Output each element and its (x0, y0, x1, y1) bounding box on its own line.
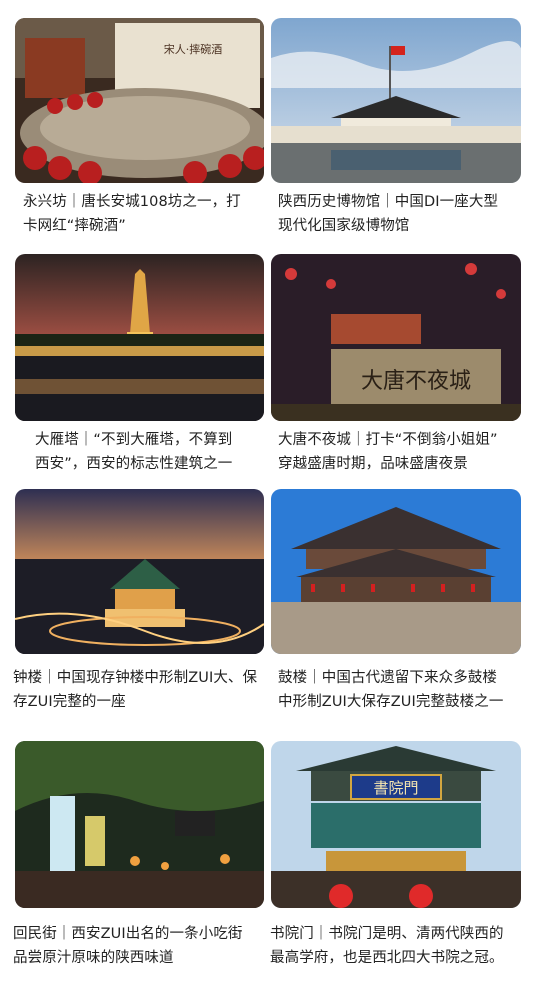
caption-line: 大雁塔｜“不到大雁塔，不算到 (35, 432, 233, 448)
caption-line: 最高学府，也是西北四大书院之冠。 (270, 950, 504, 966)
caption-line: 永兴坊｜唐长安城108坊之一，打 (23, 194, 241, 210)
caption-line: 中形制ZUI大保存ZUI完整鼓楼之一 (278, 694, 504, 710)
caption-line: 回民街｜西安ZUI出名的一条小吃街 (13, 926, 243, 942)
archway-photo[interactable]: 書院門 (271, 741, 521, 908)
museum-photo[interactable] (271, 18, 521, 183)
shuyuanmen-plaque-text: 書院門 (373, 779, 418, 797)
street-photo[interactable] (15, 741, 264, 908)
caption-line: 存ZUI完整的一座 (13, 694, 126, 710)
stone-inscription-photo[interactable]: 大唐不夜城 (271, 254, 521, 421)
caption-line: 钟楼｜中国现存钟楼中形制ZUI大、保 (13, 670, 258, 686)
caption-line: 穿越盛唐时期，品味盛唐夜景 (278, 456, 468, 472)
caption-line: 卡网红“摔碗酒” (23, 218, 126, 234)
caption-line: 鼓楼｜中国古代遗留下来众多鼓楼 (278, 670, 497, 686)
caption-huimin-street: 回民街｜西安ZUI出名的一条小吃街 品尝原汁原味的陕西味道 (13, 922, 243, 970)
caption-museum: 陕西历史博物馆｜中国DI一座大型 现代化国家级博物馆 (278, 190, 498, 238)
bell-tower-photo[interactable] (15, 489, 264, 654)
caption-bell-tower: 钟楼｜中国现存钟楼中形制ZUI大、保 存ZUI完整的一座 (13, 666, 257, 714)
datang-inscription-text: 大唐不夜城 (361, 369, 471, 394)
caption-line: 大唐不夜城｜打卡“不倒翁小姐姐” (278, 432, 498, 448)
yongxingfang-photo[interactable]: 宋人·摔碗酒 (15, 18, 264, 183)
pagoda-photo[interactable] (15, 254, 264, 421)
caption-yongxingfang: 永兴坊｜唐长安城108坊之一，打 卡网红“摔碗酒” (23, 190, 241, 238)
caption-datang: 大唐不夜城｜打卡“不倒翁小姐姐” 穿越盛唐时期，品味盛唐夜景 (278, 428, 498, 476)
caption-shuyuanmen: 书院门｜书院门是明、清两代陕西的 最高学府，也是西北四大书院之冠。 (270, 922, 504, 970)
caption-line: 品尝原汁原味的陕西味道 (13, 950, 174, 966)
caption-line: 西安”，西安的标志性建筑之一 (35, 456, 233, 472)
yongxing-sign-text: 宋人·摔碗酒 (164, 42, 223, 56)
caption-line: 陕西历史博物馆｜中国DI一座大型 (278, 194, 499, 210)
drum-tower-photo[interactable] (271, 489, 521, 654)
caption-line: 现代化国家级博物馆 (278, 218, 410, 234)
caption-line: 书院门｜书院门是明、清两代陕西的 (270, 926, 504, 942)
caption-pagoda: 大雁塔｜“不到大雁塔，不算到 西安”，西安的标志性建筑之一 (35, 428, 232, 476)
caption-drum-tower: 鼓楼｜中国古代遗留下来众多鼓楼 中形制ZUI大保存ZUI完整鼓楼之一 (278, 666, 503, 714)
